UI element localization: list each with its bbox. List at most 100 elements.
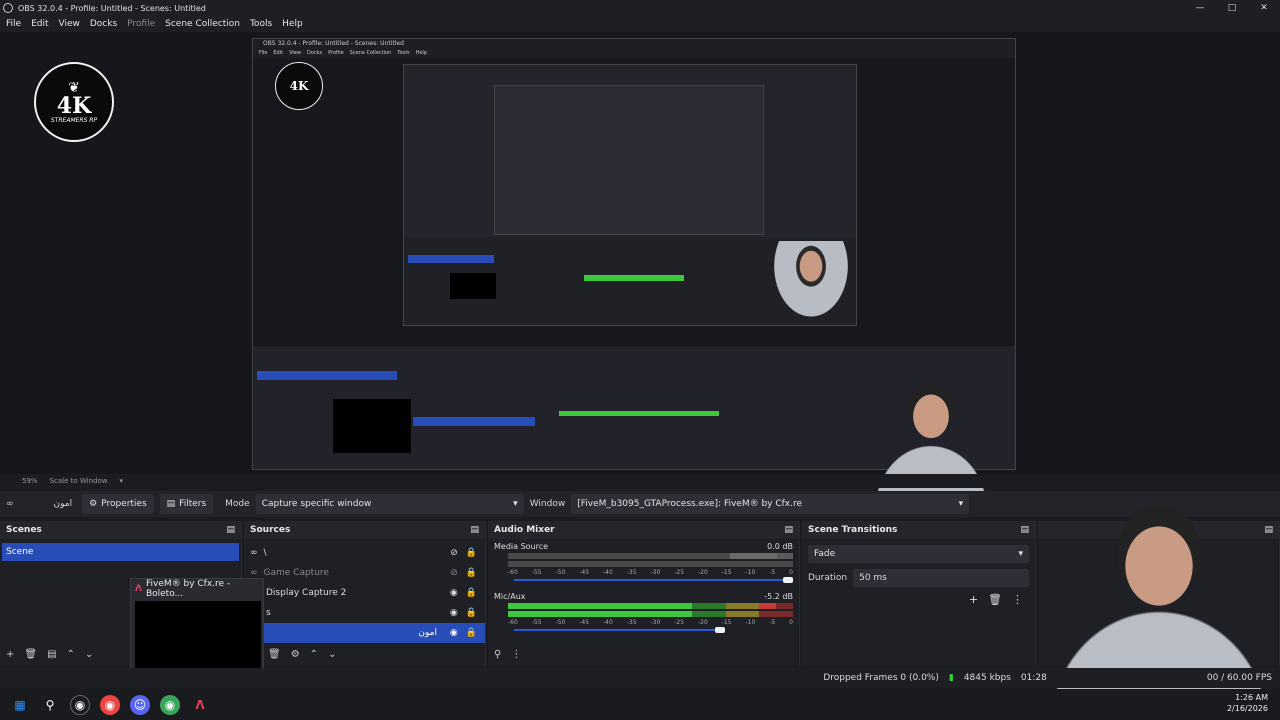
gear-icon[interactable]: ⚙ (291, 649, 300, 660)
menu-bar: File Edit View Docks Profile Scene Colle… (0, 16, 1280, 32)
minimize-button[interactable]: — (1184, 0, 1216, 16)
selected-source-name: امون (53, 499, 73, 509)
menu-edit[interactable]: Edit (31, 19, 48, 29)
preview-canvas[interactable]: ❦ 4K STREAMERS RP OBS 32.0.4 - Profile: … (0, 32, 1280, 502)
chrome-icon[interactable]: ◉ (100, 694, 120, 715)
discord-icon[interactable]: ☺ (130, 694, 150, 715)
source-type-icon: ∞ (250, 568, 258, 578)
filters-button[interactable]: ▤ Filters (159, 494, 214, 514)
properties-label: Properties (101, 499, 147, 509)
menu-file[interactable]: File (6, 19, 21, 29)
volume-slider[interactable] (514, 627, 793, 633)
nested-popup (333, 399, 411, 453)
eye-icon[interactable]: ◉ (450, 608, 458, 618)
record-time: 01:28 (1020, 673, 1047, 683)
trash-icon[interactable]: 🗑 (24, 649, 37, 660)
source-item[interactable]: ∞ \ ⊘ 🔒 (244, 543, 485, 563)
chevron-down-icon[interactable]: ▾ (119, 477, 123, 485)
duration-row: Duration 50 ms (808, 569, 1029, 587)
duration-input[interactable]: 50 ms (853, 569, 1029, 587)
window-select[interactable]: [FiveM_b3095_GTAProcess.exe]: FiveM® by … (571, 494, 970, 514)
more-options-icon[interactable]: ⋮ (1012, 593, 1023, 606)
recursive-popup (450, 273, 496, 299)
nested-menu-file: File (259, 50, 268, 56)
source-item[interactable]: ∞ Game Capture ⊘ 🔒 (244, 563, 485, 583)
lock-icon[interactable]: 🔒 (466, 548, 477, 558)
source-type-icon: ∞ (250, 548, 258, 558)
mode-select[interactable]: Capture specific window ▾ (255, 494, 524, 514)
menu-docks[interactable]: Docks (90, 19, 117, 29)
menu-tools[interactable]: Tools (250, 19, 272, 29)
menu-help[interactable]: Help (282, 19, 303, 29)
nested-menu-docks: Docks (306, 50, 323, 56)
filters-label: Filters (179, 499, 207, 509)
eye-hidden-icon[interactable]: ⊘ (450, 548, 458, 558)
channel-name: Mic/Aux (494, 591, 526, 601)
system-clock[interactable]: 1:26 AM 2/16/2026 (1227, 692, 1268, 714)
add-icon[interactable]: + (6, 649, 14, 660)
lock-icon[interactable]: 🔒 (466, 568, 477, 578)
close-button[interactable]: ✕ (1248, 0, 1280, 16)
lock-icon[interactable]: 🔒 (466, 608, 477, 618)
logo-text: 4K (56, 92, 92, 119)
audio-mixer-dock: Audio Mixer ▤ Media Source 0.0 dB -60 -55… (488, 521, 800, 666)
dock-float-icon[interactable]: ▤ (1020, 525, 1029, 535)
clock-time: 1:26 AM (1235, 693, 1268, 702)
scenes-title: Scenes (6, 525, 42, 535)
source-item-selected[interactable]: امون ◉ 🔒 (244, 623, 485, 643)
scale-mode[interactable]: Scale to Window (50, 477, 108, 485)
source-label: امون (418, 628, 437, 638)
mixer-header: Audio Mixer ▤ (488, 521, 799, 539)
clock-date: 2/16/2026 (1226, 704, 1268, 713)
properties-button[interactable]: ⚙ Properties (82, 494, 154, 514)
chevron-up-icon[interactable]: ⌃ (310, 649, 318, 660)
taskbar-window-preview[interactable]: Λ FiveM® by Cfx.re - Boleto... (130, 578, 264, 674)
chevron-up-icon[interactable]: ⌃ (67, 649, 75, 660)
menu-profile[interactable]: Profile (127, 19, 155, 29)
windows-start-icon[interactable]: ▦ (10, 695, 30, 715)
eye-hidden-icon[interactable]: ⊘ (450, 568, 458, 578)
obs-taskbar-icon[interactable]: ◉ (70, 694, 90, 715)
chevron-down-icon: ▾ (958, 499, 964, 509)
menu-scene-collection[interactable]: Scene Collection (165, 19, 240, 29)
trash-icon[interactable]: 🗑 (988, 593, 1002, 606)
chevron-down-icon[interactable]: ⌄ (328, 649, 336, 660)
source-item[interactable]: s ◉ 🔒 (244, 603, 485, 623)
maximize-button[interactable]: □ (1216, 0, 1248, 16)
nested-scene-item (257, 371, 397, 380)
scene-list-item[interactable]: Scene (2, 543, 239, 561)
mixer-footer: ⚲ ⋮ (488, 642, 799, 666)
recursive-scene-item (408, 255, 494, 263)
dock-float-icon[interactable]: ▤ (470, 525, 479, 535)
lock-icon[interactable]: 🔒 (466, 628, 477, 638)
mode-label: Mode (225, 499, 250, 509)
eye-icon[interactable]: ◉ (450, 628, 458, 638)
menu-view[interactable]: View (59, 19, 80, 29)
zoom-level[interactable]: 59% (22, 477, 38, 485)
meter-scale: -60 -55 -50 -45 -40 -35 -30 -25 -20 -15 -10 -5 0 (508, 618, 793, 626)
source-label: s (266, 608, 271, 618)
transitions-header: Scene Transitions ▤ (802, 521, 1035, 539)
nested-title: OBS 32.0.4 - Profile: Untitled - Scenes:… (253, 39, 1015, 49)
lock-icon[interactable]: 🔒 (466, 588, 477, 598)
eye-icon[interactable]: ◉ (450, 588, 458, 598)
trash-icon[interactable]: 🗑 (268, 649, 281, 660)
advanced-audio-icon[interactable]: ⚲ (494, 649, 501, 660)
scene-filters-icon[interactable]: ▤ (47, 649, 56, 660)
transition-select[interactable]: Fade ▾ (808, 545, 1029, 563)
chrome-profile-icon[interactable]: ◉ (160, 694, 180, 715)
source-label: \ (263, 548, 267, 558)
more-options-icon[interactable]: ⋮ (511, 649, 521, 660)
add-icon[interactable]: + (969, 593, 978, 606)
bitrate: 4845 kbps (963, 673, 1011, 683)
chevron-down-icon[interactable]: ⌄ (85, 649, 93, 660)
nested-menu-help: Help (415, 50, 427, 56)
dock-float-icon[interactable]: ▤ (226, 525, 235, 535)
source-item[interactable]: Display Capture 2 ◉ 🔒 (244, 583, 485, 603)
fivem-icon[interactable]: Λ (190, 695, 210, 715)
search-icon[interactable]: ⚲ (40, 695, 60, 715)
volume-slider[interactable] (514, 577, 793, 583)
dock-float-icon[interactable]: ▤ (784, 525, 793, 535)
nested-menu-scene-collection: Scene Collection (349, 50, 392, 56)
nested-menu: File Edit View Docks Profile Scene Colle… (253, 49, 1015, 58)
